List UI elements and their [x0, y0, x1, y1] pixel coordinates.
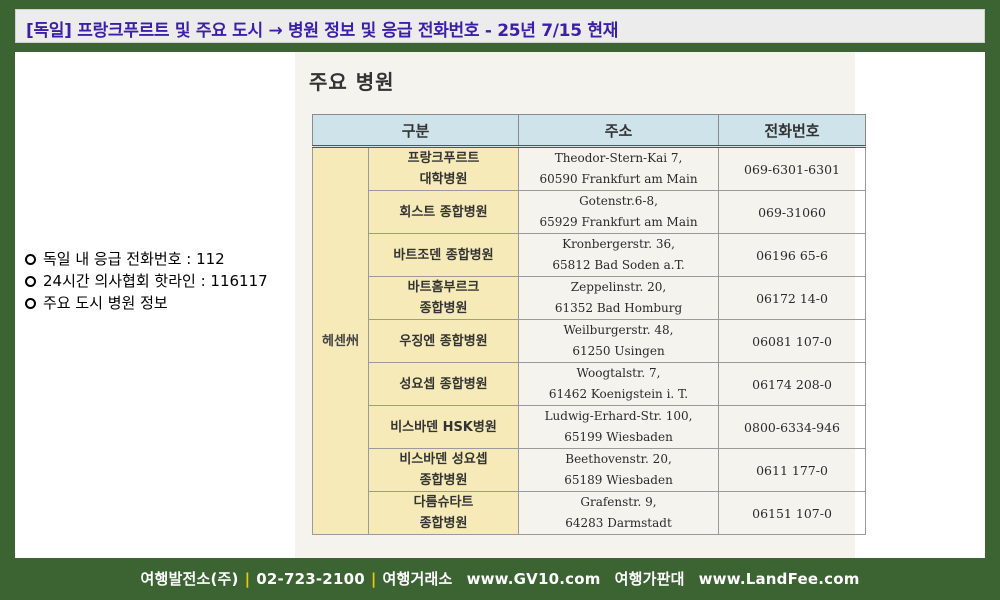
phone-cell: 069-6301-6301 [718, 146, 867, 191]
bullet-text: 24시간 의사협회 핫라인 : 116117 [43, 272, 268, 290]
hospital-name-cell: 비스바덴 성요셉종합병원 [367, 448, 520, 492]
address-line: Ludwig-Erhard-Str. 100, [544, 409, 693, 423]
address-line: 61462 Koenigstein i. T. [548, 387, 689, 401]
bullet-hospitals: 주요 도시 병원 정보 [25, 292, 268, 314]
table-row: 비스바덴 성요셉종합병원 Beethovenstr. 20, 65189 Wiesb… [313, 448, 867, 492]
table-row: 바트조덴 종합병원 Kronbergerstr. 36, 65812 Bad Sod… [313, 233, 867, 277]
bullet-text: 주요 도시 병원 정보 [43, 294, 168, 312]
phone-cell: 06174 208-0 [718, 362, 867, 406]
hospital-name-line: 비스바덴 HSK병원 [390, 419, 497, 435]
hospital-name-cell: 다름슈타트종합병원 [367, 491, 520, 535]
table-row: 헤센州 프랑크푸르트 대학병원 Theodor-Stern-Kai 7, 60590 F… [312, 146, 867, 535]
address-cell: Zeppelinstr. 20, 61352 Bad Homburg [518, 276, 720, 320]
hospital-name-cell: 바트조덴 종합병원 [367, 233, 520, 277]
address-line: 65199 Wiesbaden [564, 430, 673, 444]
phone-cell: 06196 65-6 [718, 233, 867, 277]
address-line: Weilburgerstr. 48, [563, 323, 674, 337]
phone-cell: 0800-6334-946 [718, 405, 867, 449]
table-row: 회스트 종합병원 Gotenstr.6-8, 65929 Frankfurt am … [313, 190, 867, 234]
table-row: 다름슈타트종합병원 Grafenstr. 9, 64283 Darmstadt 061… [313, 491, 867, 535]
header-address: 주소 [518, 114, 720, 148]
table-header-row: 구분 주소 전화번호 [311, 114, 867, 148]
section-heading: 주요 병원 [309, 70, 395, 94]
hospital-name-line: 다름슈타트 [413, 495, 474, 510]
page-title: [독일] 프랑크푸르트 및 주요 도시 → 병원 정보 및 응급 전화번호 - … [26, 21, 619, 41]
address-cell: Grafenstr. 9, 64283 Darmstadt [518, 491, 720, 535]
address-line: Zeppelinstr. 20, [570, 280, 667, 294]
bullet-ring-icon [25, 253, 36, 265]
footer-label2: 여행가판대 [614, 570, 685, 588]
address-cell: Gotenstr.6-8, 65929 Frankfurt am Main [518, 190, 720, 234]
footer-site1-link[interactable]: www.GV10.com [467, 570, 601, 588]
footer: 여행발전소(주) | 02-723-2100 | 여행거래소 www.GV10.com 여행… [0, 568, 1000, 594]
phone-cell: 06081 107-0 [718, 319, 867, 363]
table-body: 헤센州 프랑크푸르트 대학병원 Theodor-Stern-Kai 7, 60590 F… [312, 146, 867, 535]
hospital-name-line: 바트조덴 종합병원 [393, 247, 494, 263]
table-row: 우징엔 종합병원 Weilburgerstr. 48, 61250 Usingen 0… [313, 319, 867, 363]
table-row: 성요셉 종합병원 Woogtalstr. 7, 61462 Koenigstein … [313, 362, 867, 406]
hospital-name-line: 회스트 종합병원 [399, 204, 488, 220]
hospital-name-line: 프랑크푸르트 [407, 151, 480, 166]
header-phone: 전화번호 [718, 114, 867, 148]
address-cell: Ludwig-Erhard-Str. 100, 65199 Wiesbaden [518, 405, 720, 449]
bullet-ring-icon [25, 297, 36, 309]
address-cell: Weilburgerstr. 48, 61250 Usingen [518, 319, 720, 363]
info-bullets: 독일 내 응급 전화번호 : 112 24시간 의사협회 핫라인 : 11611… [25, 248, 268, 314]
address-line: 60590 Frankfurt am Main [539, 172, 698, 186]
phone-cell: 06151 107-0 [718, 491, 867, 535]
footer-site2-link[interactable]: www.LandFee.com [699, 570, 860, 588]
region-cell: 헤센州 [312, 146, 369, 535]
hospital-scan: 주요 병원 구분 주소 전화번호 헤센州 프랑크푸르트 대학병원 Theodor-St… [295, 52, 867, 558]
hospital-name-line: 우징엔 종합병원 [399, 333, 488, 349]
table-row: 비스바덴 HSK병원 Ludwig-Erhard-Str. 100, 65199 W… [313, 405, 867, 449]
footer-separator: | [370, 570, 377, 588]
bullet-ring-icon [25, 275, 36, 287]
hospital-name-cell: 성요셉 종합병원 [367, 362, 520, 406]
bullet-hotline: 24시간 의사협회 핫라인 : 116117 [25, 270, 268, 292]
address-line: 65929 Frankfurt am Main [539, 215, 698, 229]
footer-company: 여행발전소(주) [140, 570, 239, 588]
hospital-name-line: 대학병원 [419, 172, 468, 187]
phone-cell: 069-31060 [718, 190, 867, 234]
address-line: Theodor-Stern-Kai 7, [554, 151, 683, 165]
hospital-name-cell: 회스트 종합병원 [367, 190, 520, 234]
hospital-name-line: 성요셉 종합병원 [399, 376, 488, 392]
address-cell: Theodor-Stern-Kai 7, 60590 Frankfurt am M… [518, 146, 720, 191]
hospital-table: 구분 주소 전화번호 헤센州 프랑크푸르트 대학병원 Theodor-Stern-Ka… [311, 114, 867, 535]
bullet-emergency: 독일 내 응급 전화번호 : 112 [25, 248, 268, 270]
hospital-name-line: 바트홈부르크 [407, 280, 480, 295]
address-line: 65812 Bad Soden a.T. [552, 258, 685, 272]
address-cell: Kronbergerstr. 36, 65812 Bad Soden a.T. [518, 233, 720, 277]
address-line: Beethovenstr. 20, [565, 452, 672, 466]
address-line: 61250 Usingen [572, 344, 665, 358]
footer-phone: 02-723-2100 [256, 570, 365, 588]
hospital-name-cell: 프랑크푸르트대학병원 [367, 146, 520, 191]
hospital-name-cell: 비스바덴 HSK병원 [367, 405, 520, 449]
bullet-text: 독일 내 응급 전화번호 : 112 [43, 250, 225, 268]
address-line: 65189 Wiesbaden [564, 473, 673, 487]
address-cell: Woogtalstr. 7, 61462 Koenigstein i. T. [518, 362, 720, 406]
header-category: 구분 [311, 114, 520, 148]
address-cell: Beethovenstr. 20, 65189 Wiesbaden [518, 448, 720, 492]
hospital-name-line: 비스바덴 성요셉 [399, 452, 488, 467]
hospital-name-line: 종합병원 [419, 516, 468, 531]
phone-cell: 06172 14-0 [718, 276, 867, 320]
table-row: 바트홈부르크종합병원 Zeppelinstr. 20, 61352 Bad Homb… [313, 276, 867, 320]
address-line: Gotenstr.6-8, [579, 194, 658, 208]
phone-cell: 0611 177-0 [718, 448, 867, 492]
content-panel: 독일 내 응급 전화번호 : 112 24시간 의사협회 핫라인 : 11611… [15, 52, 985, 558]
hospital-name-cell: 우징엔 종합병원 [367, 319, 520, 363]
footer-label1: 여행거래소 [382, 570, 453, 588]
address-line: 64283 Darmstadt [565, 516, 672, 530]
footer-separator: | [244, 570, 251, 588]
address-line: 61352 Bad Homburg [554, 301, 683, 315]
hospital-name-cell: 바트홈부르크종합병원 [367, 276, 520, 320]
address-line: Kronbergerstr. 36, [562, 237, 675, 251]
title-bar: [독일] 프랑크푸르트 및 주요 도시 → 병원 정보 및 응급 전화번호 - … [15, 9, 985, 43]
address-line: Woogtalstr. 7, [576, 366, 661, 380]
hospital-name-line: 종합병원 [419, 473, 468, 488]
hospital-name-line: 종합병원 [419, 301, 468, 316]
address-line: Grafenstr. 9, [580, 495, 657, 509]
